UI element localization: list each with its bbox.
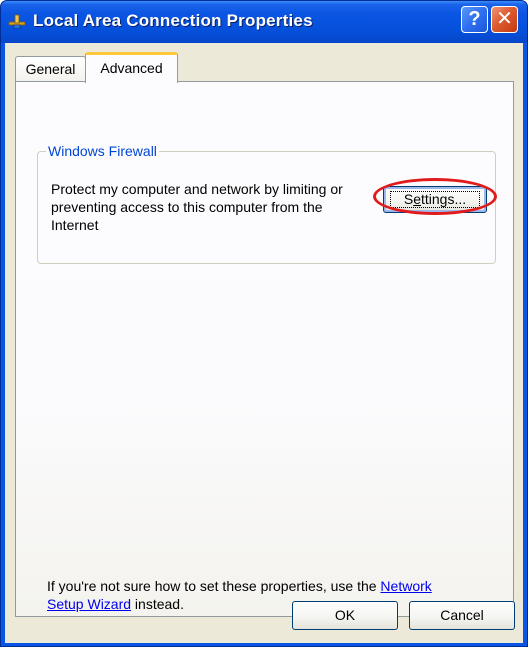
dialog-client-area: General Advanced Windows Firewall Protec…: [5, 43, 523, 643]
close-icon[interactable]: ✕: [491, 6, 518, 33]
ok-button[interactable]: OK: [292, 601, 398, 630]
settings-button[interactable]: Settings...: [383, 186, 487, 213]
focus-rectangle: [390, 191, 480, 208]
tab-general-label: General: [25, 61, 76, 77]
title-bar[interactable]: Local Area Connection Properties ? ✕: [1, 1, 527, 43]
properties-window: Local Area Connection Properties ? ✕ Gen…: [0, 0, 528, 647]
firewall-description: Protect my computer and network by limit…: [51, 181, 343, 233]
cancel-button[interactable]: Cancel: [409, 601, 515, 630]
groupbox-title: Windows Firewall: [46, 143, 159, 159]
help-icon[interactable]: ?: [461, 6, 488, 33]
tab-advanced[interactable]: Advanced: [85, 52, 178, 83]
tab-general[interactable]: General: [15, 56, 86, 81]
tab-advanced-label: Advanced: [100, 60, 163, 76]
advanced-tab-panel: Windows Firewall Protect my computer and…: [15, 81, 514, 617]
network-connection-icon: [8, 14, 26, 29]
window-title: Local Area Connection Properties: [33, 11, 313, 30]
